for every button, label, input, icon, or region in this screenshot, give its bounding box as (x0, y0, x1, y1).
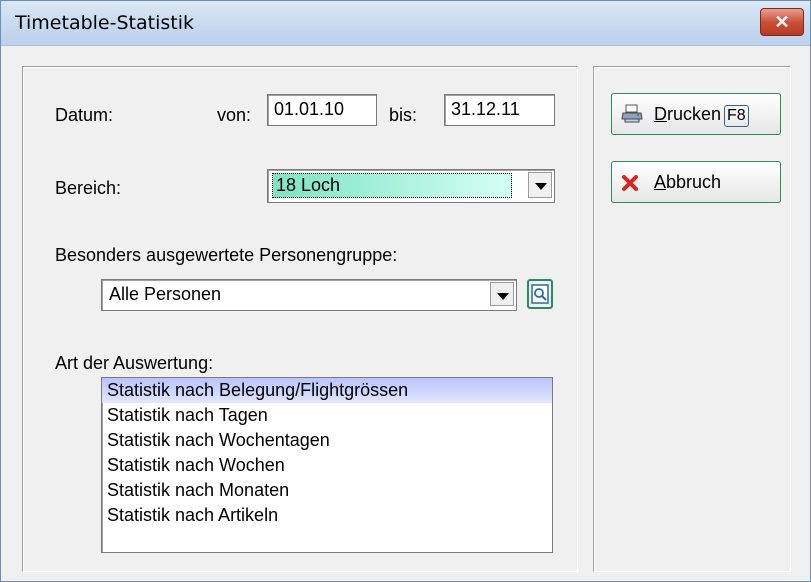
list-item[interactable]: Statistik nach Wochen (102, 453, 552, 478)
printer-icon (621, 104, 643, 123)
list-item[interactable]: Statistik nach Belegung/Flightgrössen (102, 378, 552, 403)
bereich-selected-value: 18 Loch (272, 173, 512, 198)
dialog-window: Timetable-Statistik ✕ Datum: von: 01.01.… (0, 0, 811, 582)
bereich-select[interactable]: 18 Loch (267, 169, 555, 203)
list-item[interactable]: Statistik nach Tagen (102, 403, 552, 428)
bereich-label: Bereich: (55, 178, 122, 198)
close-icon: ✕ (774, 12, 790, 32)
von-date-input[interactable]: 01.01.10 (267, 94, 377, 126)
chevron-down-icon[interactable] (528, 172, 552, 198)
abbruch-label: bbruch (666, 172, 722, 192)
drucken-label: rucken (667, 104, 722, 124)
cancel-x-icon (622, 175, 638, 191)
list-item[interactable]: Statistik nach Wochentagen (102, 428, 552, 453)
drucken-accel: D (654, 104, 667, 124)
datum-label: Datum: (55, 105, 114, 125)
bis-label: bis: (389, 105, 418, 125)
close-button[interactable]: ✕ (760, 8, 804, 36)
title-bar[interactable]: Timetable-Statistik ✕ (1, 1, 810, 46)
search-button[interactable] (527, 279, 553, 309)
abbruch-accel: A (654, 172, 667, 192)
personengruppe-label: Besonders ausgewertete Personengruppe: (55, 245, 398, 265)
drucken-button[interactable]: Drucken F8 (611, 93, 781, 135)
list-item[interactable]: Statistik nach Monaten (102, 478, 552, 503)
chevron-down-icon[interactable] (490, 282, 514, 306)
search-icon (531, 284, 549, 304)
personengruppe-select[interactable]: Alle Personen (101, 279, 517, 311)
actions-panel (593, 66, 791, 572)
auswertung-label: Art der Auswertung: (55, 353, 214, 373)
personengruppe-selected-value: Alle Personen (109, 284, 222, 304)
von-label: von: (217, 105, 252, 125)
bis-date-input[interactable]: 31.12.11 (444, 94, 555, 126)
drucken-shortcut-badge: F8 (724, 105, 749, 127)
abbruch-button[interactable]: Abbruch (611, 161, 781, 203)
window-title: Timetable-Statistik (15, 12, 194, 34)
auswertung-listbox[interactable]: Statistik nach Belegung/Flightgrössen St… (101, 377, 553, 553)
list-item[interactable]: Statistik nach Artikeln (102, 503, 552, 528)
